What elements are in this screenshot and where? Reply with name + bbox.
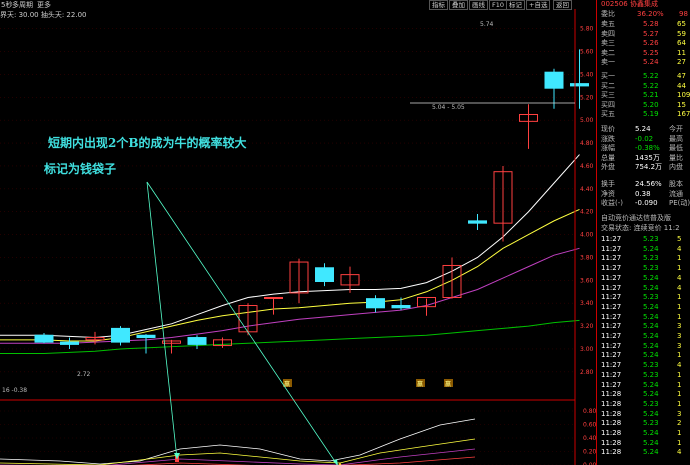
annotation-arrow-1: [146, 181, 178, 460]
candle-body: [60, 341, 79, 345]
tick-row: 11:27 5.24 3: [601, 332, 682, 340]
tick-row: 11:28 5.24 1: [601, 390, 682, 399]
candle-body: [111, 327, 130, 343]
ma-line: [0, 154, 580, 339]
auction-label: 自动竞价通达信普及版: [601, 214, 671, 222]
stat-row: 总量 1435万 量比: [601, 153, 683, 162]
indicator-line: [0, 418, 476, 465]
stat-row: 收益(-) -0.090 PE(动): [601, 199, 690, 207]
candle-body: [468, 220, 487, 224]
price-tick: 3.20: [580, 323, 594, 330]
stock-title: 002506 协鑫集成: [601, 0, 658, 8]
tick-row: 11:27 5.24 1: [601, 351, 682, 360]
tick-row: 11:28 5.23 2: [601, 419, 682, 428]
ask-row: 卖一 5.24 27: [601, 58, 686, 66]
low-price-label: 2.72: [77, 371, 91, 378]
tick-row: 11:27 5.23 1: [601, 264, 682, 273]
stat-row: 涨跌 -0.02 最高: [601, 134, 683, 143]
tick-row: 11:27 5.24 4: [601, 273, 682, 282]
bid-row: 买四 5.20 15: [601, 100, 686, 109]
bid-row: 买二 5.22 44: [601, 81, 686, 90]
tick-row: 11:28 5.24 1: [601, 429, 682, 437]
bid-row: 买三 5.21 109: [601, 91, 690, 99]
price-tick: 3.80: [580, 254, 594, 261]
tick-row: 11:27 5.24 1: [601, 380, 682, 389]
marker-text: 赢: [417, 380, 423, 388]
indicator-tick: 0.20: [583, 449, 596, 456]
indicator-info: 界天: 30.00 抽头天: 22.00: [0, 11, 87, 19]
indicator-panel: 0.800.600.400.200.00: [0, 408, 596, 465]
indicator-tick: 0.40: [583, 435, 596, 442]
tick-row: 11:27 5.24 4: [601, 244, 682, 253]
price-tick: 4.60: [580, 163, 594, 170]
ask-row: 卖三 5.26 64: [601, 39, 686, 47]
price-axis: 5.80 5.60 5.40 5.20 5.00 4.80 4.60 4.40 4.20 4.00…: [580, 26, 594, 376]
tick-row: 11:27 5.24 1: [601, 302, 682, 311]
ask-row: 卖四 5.27 59: [601, 29, 686, 38]
candle-body: [187, 337, 207, 345]
tick-row: 11:27 5.23 1: [601, 370, 682, 379]
candle-body: [570, 83, 589, 87]
candle-body: [136, 334, 156, 339]
tick-row: 11:27 5.23 5: [601, 235, 682, 243]
tick-row: 11:27 5.23 4: [601, 361, 682, 370]
price-tick: 2.80: [580, 369, 594, 376]
price-tick: 5.20: [580, 94, 594, 101]
tick-row: 11:27 5.24 1: [601, 312, 682, 321]
tick-row: 11:28 5.24 4: [601, 448, 682, 457]
price-tick: 4.00: [580, 232, 594, 239]
annotation-arrow-2: [146, 181, 338, 465]
annotation-line-2: 标记为钱袋子: [44, 162, 117, 176]
stat-row: 换手 24.56% 股本: [601, 180, 683, 188]
price-tick: 4.20: [580, 209, 594, 216]
tick-row: 11:27 5.24 3: [601, 341, 682, 350]
tick-row: 11:27 5.24 3: [601, 322, 682, 331]
high-price-label: 5.74: [480, 21, 494, 28]
tick-row: 11:28 5.23 1: [601, 399, 682, 408]
candle-body: [366, 298, 385, 309]
price-tick: 3.40: [580, 300, 594, 307]
candle-body: [34, 334, 54, 343]
stat-row: 外盘 754.2万 内盘: [601, 163, 683, 171]
moving-average-lines: [0, 154, 580, 355]
kline-chart[interactable]: 5.80 5.60 5.40 5.20 5.00 4.80 4.60 4.40 4.20 4.00…: [0, 9, 596, 465]
candle-body: [264, 297, 283, 300]
stat-row: 现价 5.24 今开: [601, 125, 683, 133]
candle-body: [544, 71, 564, 89]
price-tick: 5.40: [580, 71, 594, 78]
quote-panel: 002506 协鑫集成 委比 36.20% 98 自动竞价通达信普及版 交易状态…: [596, 0, 690, 465]
price-tick: 3.00: [580, 346, 594, 353]
price-tick: 5.00: [580, 117, 594, 124]
indicator-tick: 0.60: [583, 422, 596, 429]
bid-row: 买一 5.22 47: [601, 72, 686, 80]
gap-price-label: 5.04 - 5.05: [432, 104, 465, 111]
tick-row: 11:27 5.23 1: [601, 293, 682, 302]
ask-row: 卖二 5.25 11: [601, 48, 686, 57]
trade-state: 交易状态: 连续竞价 11:2: [601, 224, 680, 232]
chart-toolbar: 5秒 多周期 更多 指标 叠加 画线 F10 标记 +自选 返回: [0, 0, 596, 10]
tick-row: 11:27 5.24 4: [601, 283, 682, 292]
tick-row: 11:28 5.24 1: [601, 438, 682, 447]
candle-body: [391, 305, 411, 309]
stat-row: 净资 0.38 流通: [601, 189, 683, 198]
indicator-label: 16 -0.38: [2, 387, 27, 394]
price-tick: 4.40: [580, 186, 594, 193]
price-tick: 5.80: [580, 26, 594, 33]
annotation-line-1: 短期内出现2个B的成为牛的概率较大: [48, 136, 247, 150]
tick-row: 11:27 5.23 1: [601, 254, 682, 263]
tick-row: 11:28 5.24 3: [601, 409, 682, 418]
bid-row: 买五 5.19 167: [601, 110, 690, 118]
indicator-tick: 0.80: [583, 408, 596, 415]
candle-body: [315, 267, 334, 282]
stat-row: 涨幅 -0.38% 最低: [601, 144, 683, 152]
candlesticks: [34, 49, 589, 354]
price-tick: 4.80: [580, 140, 594, 147]
order-ratio-row: 委比 36.20% 98: [601, 10, 688, 18]
ask-row: 卖五 5.28 65: [601, 20, 686, 28]
price-tick: 5.60: [580, 49, 594, 56]
price-tick: 3.60: [580, 277, 594, 284]
marker-text: 赢: [445, 380, 451, 388]
